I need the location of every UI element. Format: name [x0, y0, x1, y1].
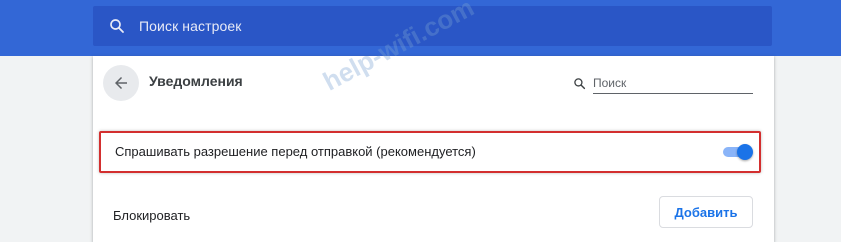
notifications-search[interactable]: Поиск: [573, 72, 753, 94]
notifications-card: Уведомления Поиск Спрашивать разрешение …: [93, 56, 774, 242]
page-title: Уведомления: [149, 73, 243, 89]
ask-before-sending-toggle[interactable]: [721, 144, 753, 160]
search-icon: [573, 75, 589, 91]
ask-before-sending-row[interactable]: Спрашивать разрешение перед отправкой (р…: [99, 131, 761, 173]
toggle-knob: [737, 144, 753, 160]
notifications-search-input[interactable]: Поиск: [593, 73, 753, 94]
block-section-label: Блокировать: [113, 208, 191, 223]
ask-before-sending-label: Спрашивать разрешение перед отправкой (р…: [115, 144, 476, 159]
settings-search-bar[interactable]: Поиск настроек: [93, 6, 772, 46]
back-button[interactable]: [103, 65, 139, 101]
card-header: Уведомления Поиск: [93, 56, 774, 112]
add-button[interactable]: Добавить: [659, 196, 753, 228]
arrow-back-icon: [115, 77, 127, 89]
settings-search-input[interactable]: Поиск настроек: [139, 18, 242, 34]
search-icon: [95, 6, 139, 46]
top-header-bar: Поиск настроек: [0, 0, 841, 56]
